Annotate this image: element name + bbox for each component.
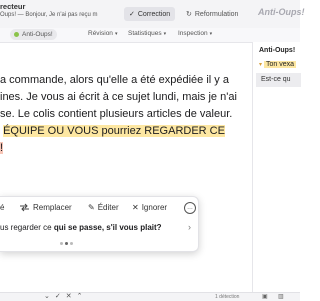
next-suggestion-button[interactable]: › — [188, 222, 191, 232]
chevron-down-icon: ▾ — [209, 31, 213, 37]
page-dot[interactable] — [60, 242, 63, 245]
text-line-highlighted: ! — [0, 140, 252, 157]
chevron-down-icon: ▾ — [114, 31, 118, 37]
chevron-up-icon[interactable]: ⌃ — [77, 292, 83, 300]
tab-correction[interactable]: ✓ Correction — [124, 7, 176, 21]
replace-icon — [19, 203, 30, 212]
menu-revision-label: Révision — [88, 30, 113, 37]
sidebar-toggle-icon[interactable]: ▣ — [262, 293, 268, 300]
tab-reformulation[interactable]: ↻ Reformulation — [181, 7, 243, 21]
popup-action-partial[interactable]: é — [0, 203, 4, 212]
side-suggestion[interactable]: Est-ce qu — [256, 73, 301, 87]
replace-label: Remplacer — [33, 203, 72, 212]
side-issue-label: Ton vexa — [264, 61, 297, 68]
text-line: ines. Je vous ai écrit à ce sujet lundi,… — [0, 91, 237, 103]
document-text[interactable]: a commande, alors qu'elle a été expédiée… — [0, 72, 252, 157]
menu-statistiques[interactable]: Statistiques ▾ — [128, 30, 166, 37]
text-line: a commande, alors qu'elle a été expédiée… — [0, 74, 229, 86]
side-issue-item[interactable]: ▾ Ton vexa — [259, 61, 297, 68]
menu-bar: Anti-Oups! Révision ▾ Statistiques ▾ Inspe… — [0, 28, 300, 43]
chevron-down-icon: ▾ — [163, 31, 167, 37]
status-dot-icon — [14, 32, 19, 37]
detection-count: 1 détection — [215, 294, 240, 300]
reformulate-icon: ↻ — [186, 11, 192, 18]
menu-inspection-label: Inspection — [178, 30, 208, 37]
suggestion-bold: qui se passe, s'il vous plait? — [53, 223, 162, 232]
menu-inspection[interactable]: Inspection ▾ — [178, 30, 212, 37]
pagination-dots — [60, 242, 73, 245]
tab-correction-label: Correction — [137, 10, 171, 18]
page-dot-active[interactable] — [65, 242, 68, 245]
side-panel-title: Anti-Oups! — [259, 47, 296, 54]
menu-anti-oups-label: Anti-Oups! — [22, 31, 53, 38]
tab-reformulation-label: Reformulation — [194, 10, 239, 18]
ignore-button[interactable]: ✕ Ignorer — [132, 203, 167, 212]
highlighted-error-text[interactable]: ! — [0, 142, 4, 154]
bottom-tools: ⌄ ✓ ✕ ⌃ — [44, 292, 83, 300]
document-subtitle: Oups! — Bonjour, Je n'ai pas reçu m — [0, 12, 98, 18]
highlighted-error-text[interactable]: ÉQUIPE OU VOUS pourriez REGARDER CE — [3, 125, 225, 137]
close-icon: ✕ — [132, 203, 139, 212]
chevron-down-icon[interactable]: ⌄ — [44, 292, 50, 300]
suggestion-text[interactable]: us regarder ce qui se passe, s'il vous p… — [0, 223, 162, 232]
text-line-highlighted: ÉQUIPE OU VOUS pourriez REGARDER CE — [0, 123, 252, 140]
pencil-icon: ✎ — [88, 203, 95, 212]
brand-logo: Anti-Oups! — [258, 7, 305, 17]
top-toolbar: recteur Oups! — Bonjour, Je n'ai pas reç… — [0, 0, 305, 29]
checkmark-icon: ✓ — [129, 11, 135, 18]
ignore-label: Ignorer — [141, 203, 168, 212]
close-icon[interactable]: ✕ — [66, 292, 72, 300]
suggestion-prefix: us regarder ce — [0, 223, 52, 232]
side-panel: Anti-Oups! ▾ Ton vexa Est-ce qu — [252, 42, 301, 292]
more-options-button[interactable]: … — [184, 202, 196, 214]
edit-button[interactable]: ✎ Éditer — [88, 203, 119, 212]
replace-button[interactable]: Remplacer — [19, 203, 72, 212]
menu-revision[interactable]: Révision ▾ — [88, 30, 117, 37]
menu-statistiques-label: Statistiques — [128, 30, 162, 37]
correction-popup: é Remplacer ✎ Éditer ✕ Ignorer … us rega… — [0, 196, 199, 252]
checkmark-icon[interactable]: ✓ — [55, 292, 61, 300]
page-dot[interactable] — [70, 242, 73, 245]
menu-anti-oups[interactable]: Anti-Oups! — [10, 29, 57, 40]
text-line: se. Le colis contient plusieurs articles… — [0, 108, 233, 120]
app-title: recteur — [0, 2, 26, 11]
chevron-down-icon: ▾ — [259, 62, 263, 68]
edit-label: Éditer — [97, 203, 119, 212]
columns-icon[interactable]: ▥ — [278, 293, 284, 300]
